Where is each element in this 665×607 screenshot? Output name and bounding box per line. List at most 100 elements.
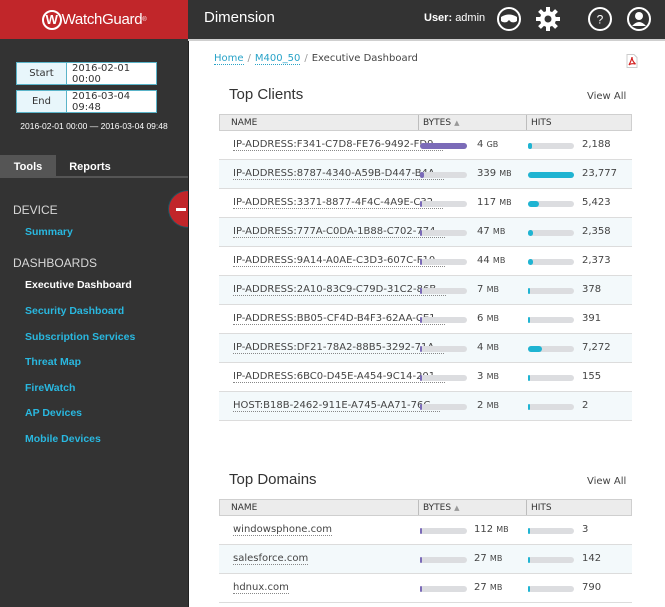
hits-bar-fill	[528, 375, 530, 381]
bytes-unit: MB	[489, 554, 503, 563]
bytes-number: 112	[474, 524, 494, 535]
sidebar-item-ap-devices[interactable]: AP Devices	[25, 407, 82, 419]
end-value[interactable]: 2016-03-04 09:48	[67, 91, 156, 113]
bytes-number: 47	[477, 226, 490, 237]
hits-bar	[528, 346, 574, 352]
bytes-unit: MB	[486, 343, 499, 352]
hits-value: 23,777	[582, 168, 617, 179]
sidebar-item-summary[interactable]: Summary	[25, 226, 73, 238]
tab-tools[interactable]: Tools	[0, 155, 56, 178]
glasses-button[interactable]	[496, 6, 522, 32]
hits-value: 155	[582, 371, 602, 382]
bytes-bar-fill	[420, 346, 422, 352]
hits-bar	[528, 404, 574, 410]
hits-bar-fill	[528, 288, 530, 294]
bytes-bar	[420, 317, 467, 323]
col-name[interactable]: NAME	[220, 115, 419, 130]
top-domains-title: Top Domains	[229, 471, 317, 488]
tab-reports[interactable]: Reports	[56, 155, 124, 178]
col-name[interactable]: NAME	[220, 500, 419, 515]
bytes-value: 7 MB	[477, 284, 499, 295]
bytes-bar-fill	[420, 288, 422, 294]
breadcrumb-device[interactable]: M400_50	[254, 53, 301, 65]
bytes-number: 4	[477, 139, 484, 150]
hits-bar-fill	[528, 230, 533, 236]
col-name-label: NAME	[231, 502, 258, 513]
export-pdf-button[interactable]	[626, 53, 638, 68]
bytes-value: 3 MB	[477, 371, 499, 382]
start-value[interactable]: 2016-02-01 00:00	[67, 63, 156, 85]
bytes-number: 27	[474, 553, 487, 564]
row-name-link[interactable]: IP-ADDRESS:777A-C0DA-1B88-C702-774...	[233, 226, 445, 238]
breadcrumb-separator: /	[304, 53, 308, 64]
row-name-link[interactable]: IP-ADDRESS:3371-8877-4F4C-4A9E-C32...	[233, 197, 443, 209]
row-name-link[interactable]: IP-ADDRESS:9A14-A0AE-C3D3-607C-F10...	[233, 255, 445, 267]
bytes-bar	[420, 586, 467, 592]
row-name-link[interactable]: IP-ADDRESS:F341-C7D8-FE76-9492-FD9...	[233, 139, 443, 151]
hits-bar	[528, 288, 574, 294]
row-name-link[interactable]: windowsphone.com	[233, 524, 332, 536]
bytes-value: 2 MB	[477, 400, 499, 411]
top-clients-title: Top Clients	[229, 86, 304, 103]
sidebar-item-firewatch[interactable]: FireWatch	[25, 382, 75, 394]
row-name-link[interactable]: IP-ADDRESS:BB05-CF4D-B4F3-62AA-CE1...	[233, 313, 446, 325]
table-row: IP-ADDRESS:9A14-A0AE-C3D3-607C-F10... 44 …	[219, 247, 632, 276]
col-bytes[interactable]: BYTES ▲	[419, 115, 527, 130]
settings-button[interactable]	[535, 6, 561, 32]
help-icon: ?	[588, 7, 612, 31]
hits-value: 2	[582, 400, 589, 411]
hits-bar	[528, 375, 574, 381]
row-name-link[interactable]: IP-ADDRESS:2A10-83C9-C79D-31C2-86B...	[233, 284, 446, 296]
bytes-bar	[420, 288, 467, 294]
sidebar-tabs: Tools Reports	[0, 155, 188, 178]
hits-bar	[528, 528, 574, 534]
table-row: HOST:B18B-2462-911E-A745-AA71-76C... 2 MB…	[219, 392, 632, 421]
table-row: IP-ADDRESS:F341-C7D8-FE76-9492-FD9... 4 G…	[219, 131, 632, 160]
sidebar-item-security-dashboard[interactable]: Security Dashboard	[25, 305, 124, 317]
bytes-unit: MB	[486, 372, 499, 381]
col-hits[interactable]: HITS	[527, 500, 631, 515]
bytes-value: 47 MB	[477, 226, 505, 237]
row-name-link[interactable]: HOST:B18B-2462-911E-A745-AA71-76C...	[233, 400, 440, 412]
sidebar-item-subscription-services[interactable]: Subscription Services	[25, 331, 135, 343]
end-date-field[interactable]: End 2016-03-04 09:48	[16, 90, 157, 113]
bytes-unit: GB	[486, 140, 499, 149]
sidebar-item-mobile-devices[interactable]: Mobile Devices	[25, 433, 101, 445]
top-domains-view-all[interactable]: View All	[587, 476, 626, 487]
sidebar-item-threat-map[interactable]: Threat Map	[25, 356, 81, 368]
watchguard-logo[interactable]: W WatchGuard ®	[41, 9, 147, 30]
table-header: NAME BYTES ▲ HITS	[219, 114, 632, 131]
gear-icon	[536, 7, 560, 31]
breadcrumb-home[interactable]: Home	[214, 53, 244, 65]
bytes-bar	[420, 201, 467, 207]
bytes-bar-fill	[420, 201, 422, 207]
user-info: User: admin	[424, 12, 485, 24]
start-date-field[interactable]: Start 2016-02-01 00:00	[16, 62, 157, 85]
bytes-bar	[420, 230, 467, 236]
bytes-value: 4 MB	[477, 342, 499, 353]
bytes-bar-fill	[420, 528, 422, 534]
row-name-link[interactable]: IP-ADDRESS:DF21-78A2-88B5-3292-71A...	[233, 342, 444, 354]
hits-bar-fill	[528, 143, 533, 149]
row-name-link[interactable]: salesforce.com	[233, 553, 309, 565]
col-hits-label: HITS	[531, 502, 552, 513]
sidebar-item-executive-dashboard[interactable]: Executive Dashboard	[25, 279, 132, 291]
bytes-bar	[420, 172, 467, 178]
user-button[interactable]	[626, 6, 652, 32]
hits-value: 5,423	[582, 197, 611, 208]
help-button[interactable]: ?	[587, 6, 613, 32]
top-clients-view-all[interactable]: View All	[587, 91, 626, 102]
col-hits[interactable]: HITS	[527, 115, 631, 130]
table-row: IP-ADDRESS:8787-4340-A59B-D447-B4A... 339…	[219, 160, 632, 189]
bytes-bar-fill	[420, 375, 422, 381]
row-name-link[interactable]: IP-ADDRESS:8787-4340-A59B-D447-B4A...	[233, 168, 445, 180]
hits-bar-fill	[528, 557, 530, 563]
hits-value: 2,188	[582, 139, 611, 150]
hits-value: 790	[582, 582, 602, 593]
bytes-bar	[420, 143, 467, 149]
row-name-link[interactable]: IP-ADDRESS:6BC0-D45E-A454-9C14-201...	[233, 371, 445, 383]
bytes-unit: MB	[486, 314, 499, 323]
table-row: windowsphone.com 112 MB 3	[219, 516, 632, 545]
col-bytes[interactable]: BYTES ▲	[419, 500, 527, 515]
row-name-link[interactable]: hdnux.com	[233, 582, 289, 594]
